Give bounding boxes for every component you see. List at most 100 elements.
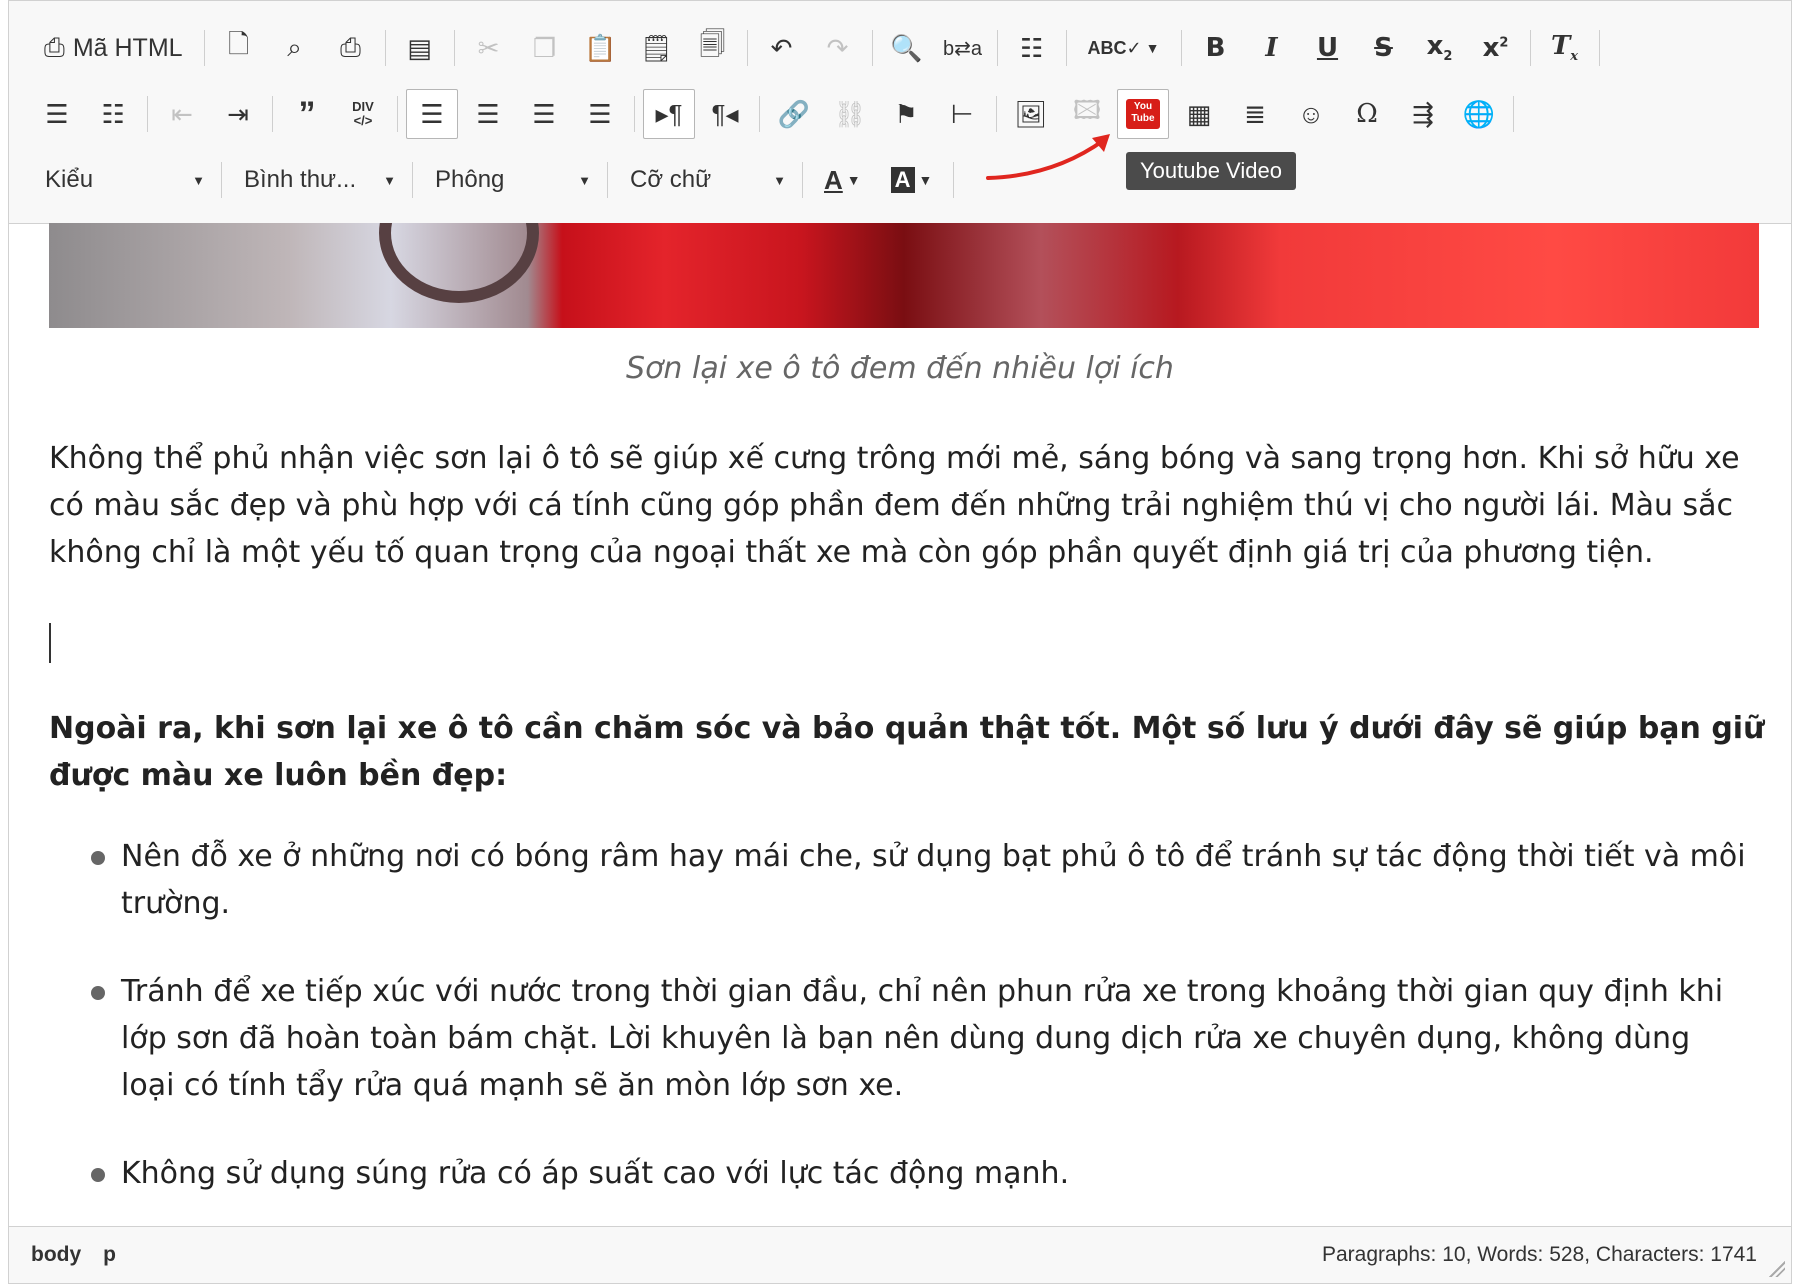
separator — [1065, 30, 1067, 66]
page-break-icon: ⇶ — [1412, 98, 1434, 129]
indent-button[interactable]: ⇥ — [212, 89, 264, 139]
cut-icon: ✂ — [477, 32, 500, 63]
font-size-value: Cỡ chữ — [630, 166, 712, 193]
italic-button[interactable]: I — [1246, 23, 1298, 73]
select-all-button[interactable]: ☷ — [1006, 23, 1058, 73]
bold-icon: B — [1205, 33, 1226, 63]
find-button[interactable]: 🔍 — [881, 23, 933, 73]
editor-toolbar: ⎙ Mã HTML 🗋 ⌕ ⎙ ▤ ✂ ❐ 📋 🗒 🗐 ↶ ↷ 🔍 b⇄a ☷ — [9, 1, 1791, 224]
separator — [384, 30, 386, 66]
ltr-button[interactable]: ▸¶ — [643, 89, 695, 139]
numbered-list-button[interactable]: ☰ — [31, 89, 83, 139]
editor-content[interactable]: Sơn lại xe ô tô đem đến nhiều lợi ích Kh… — [9, 223, 1791, 1228]
separator — [147, 96, 148, 132]
font-select[interactable]: Phông ▼ — [421, 158, 603, 202]
source-button[interactable]: ⎙ Mã HTML — [31, 23, 196, 73]
link-icon: 🔗 — [777, 98, 811, 129]
div-button[interactable]: DIV </> — [337, 89, 389, 139]
outdent-button[interactable]: ⇤ — [156, 89, 208, 139]
background-color-button[interactable]: A ▼ — [878, 155, 946, 205]
source-icon: ⎙ — [44, 32, 65, 62]
language-button[interactable]: ⊢ — [936, 89, 988, 139]
iframe-button[interactable]: 🌐 — [1453, 89, 1505, 139]
horizontal-rule-button[interactable]: ≣ — [1229, 89, 1281, 139]
align-left-button[interactable]: ☰ — [406, 89, 458, 139]
rtl-button[interactable]: ¶◂ — [699, 89, 751, 139]
chevron-down-icon: ▼ — [1145, 40, 1160, 56]
redo-button[interactable]: ↷ — [812, 23, 864, 73]
paste-word-button[interactable]: 🗐 — [687, 23, 739, 73]
smiley-icon: ☺ — [1297, 98, 1325, 129]
paste-icon: 📋 — [584, 32, 617, 63]
underline-button[interactable]: U — [1302, 23, 1354, 73]
path-item-p[interactable]: p — [103, 1243, 116, 1267]
unlink-button[interactable]: ⛓ — [824, 89, 876, 139]
paragraph-format-select[interactable]: Bình thư... ▼ — [230, 158, 408, 202]
print-icon: ⎙ — [340, 32, 361, 62]
justify-button[interactable]: ☰ — [574, 89, 626, 139]
list-item: Tránh để xe tiếp xúc với nước trong thời… — [9, 968, 1791, 1109]
select-all-icon: ☷ — [1019, 32, 1044, 63]
separator — [953, 162, 955, 198]
link-button[interactable]: 🔗 — [768, 89, 820, 139]
chevron-down-icon: ▼ — [918, 172, 933, 188]
list-item: Không sử dụng súng rửa có áp suất cao vớ… — [9, 1150, 1791, 1197]
anchor-button[interactable]: ⚑ — [880, 89, 932, 139]
spellcheck-button[interactable]: ABC✓ ▼ — [1075, 23, 1173, 73]
bold-button[interactable]: B — [1190, 23, 1242, 73]
youtube-button[interactable]: You Tube — [1117, 89, 1169, 139]
new-page-button[interactable]: 🗋 — [213, 23, 265, 73]
table-button[interactable]: ▦ — [1173, 89, 1225, 139]
subscript-button[interactable]: x2 — [1414, 23, 1466, 73]
print-button[interactable]: ⎙ — [325, 23, 377, 73]
remove-format-button[interactable]: Tx — [1539, 23, 1591, 73]
page-break-button[interactable]: ⇶ — [1397, 89, 1449, 139]
article-image — [49, 223, 1759, 328]
separator — [203, 30, 205, 66]
align-center-button[interactable]: ☰ — [462, 89, 514, 139]
text-color-icon: A — [824, 164, 843, 195]
templates-button[interactable]: ▤ — [394, 23, 446, 73]
font-size-select[interactable]: Cỡ chữ ▼ — [616, 158, 798, 202]
strike-button[interactable]: S — [1358, 23, 1410, 73]
special-char-button[interactable]: Ω — [1341, 89, 1393, 139]
remove-format-icon: Tx — [1550, 31, 1579, 65]
replace-button[interactable]: b⇄a — [937, 23, 989, 73]
rtl-icon: ¶◂ — [711, 98, 739, 129]
copy-button[interactable]: ❐ — [519, 23, 571, 73]
paragraph-format-value: Bình thư... — [244, 166, 357, 193]
separator — [1529, 30, 1531, 66]
numbered-list-icon: ☰ — [45, 98, 69, 129]
preview-button[interactable]: ⌕ — [269, 23, 321, 73]
align-left-icon: ☰ — [420, 98, 444, 129]
undo-button[interactable]: ↶ — [756, 23, 808, 73]
element-path: body p — [9, 1243, 116, 1267]
style-select[interactable]: Kiểu ▼ — [31, 158, 217, 202]
separator — [453, 30, 455, 66]
align-right-button[interactable]: ☰ — [518, 89, 570, 139]
cut-button[interactable]: ✂ — [463, 23, 515, 73]
text-color-button[interactable]: A ▼ — [811, 155, 874, 205]
paste-button[interactable]: 📋 — [575, 23, 627, 73]
italic-icon: I — [1265, 33, 1278, 63]
horizontal-rule-icon: ≣ — [1244, 98, 1266, 129]
smiley-button[interactable]: ☺ — [1285, 89, 1337, 139]
paste-text-button[interactable]: 🗒 — [631, 23, 683, 73]
text-cursor — [49, 623, 51, 663]
annotation-arrow — [986, 134, 1110, 180]
resize-handle[interactable] — [1769, 1261, 1785, 1277]
special-char-icon: Ω — [1356, 99, 1378, 129]
outdent-icon: ⇤ — [171, 98, 193, 129]
toolbar-row-2: ☰ ☷ ⇤ ⇥ ” DIV </> ☰ ☰ ☰ ☰ ▸¶ ¶◂ 🔗 ⛓ ⚑ ⊢ 🖼… — [31, 85, 1522, 143]
table-icon: ▦ — [1186, 98, 1212, 129]
path-item-body[interactable]: body — [31, 1243, 81, 1267]
paste-word-icon: 🗐 — [699, 29, 726, 59]
new-page-icon: 🗋 — [228, 29, 249, 59]
style-select-value: Kiểu — [45, 166, 94, 193]
subscript-icon: x2 — [1426, 31, 1453, 65]
bulleted-list-button[interactable]: ☷ — [87, 89, 139, 139]
font-select-value: Phông — [435, 166, 505, 193]
copy-icon: ❐ — [532, 32, 557, 63]
blockquote-button[interactable]: ” — [281, 89, 333, 139]
superscript-button[interactable]: x2 — [1470, 23, 1522, 73]
